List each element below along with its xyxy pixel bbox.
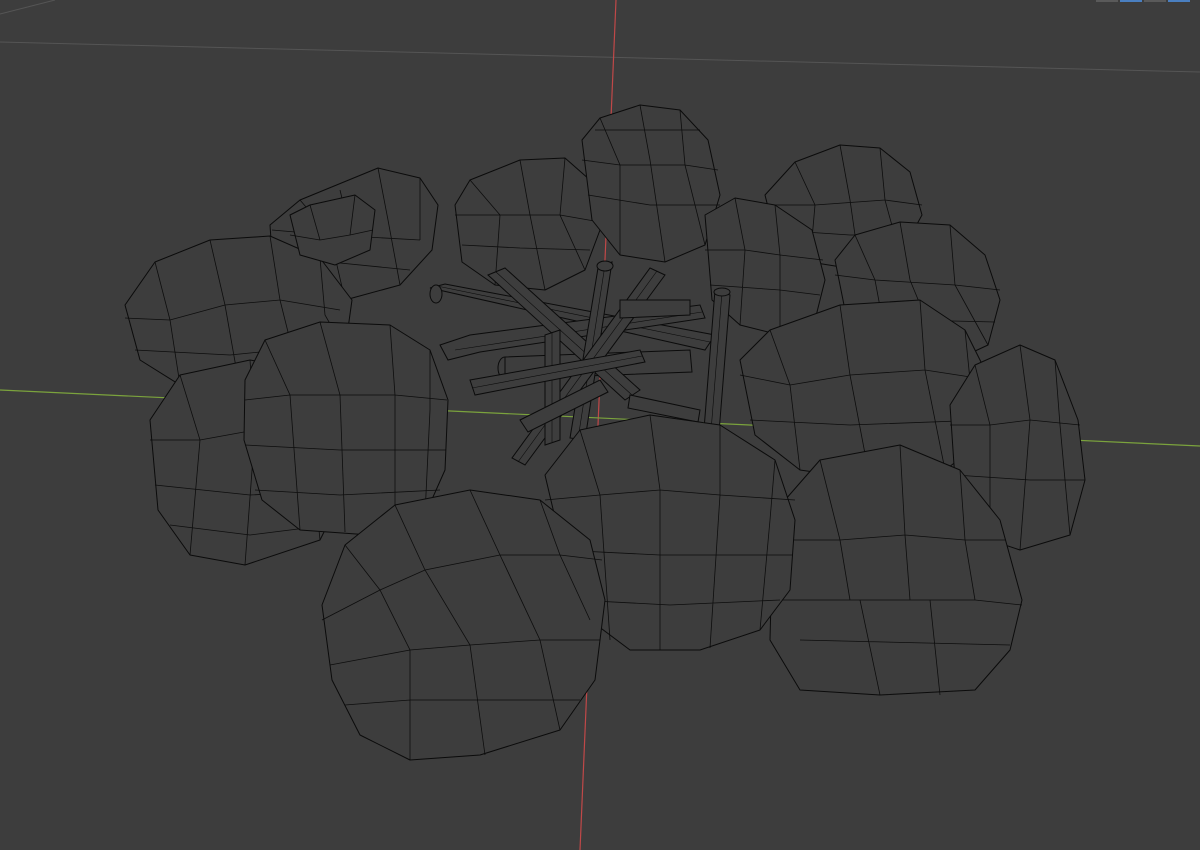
grid-line	[0, 0, 56, 15]
rock-front-center[interactable]	[321, 489, 606, 761]
grid-floor	[0, 0, 1200, 73]
grid-line	[0, 41, 1200, 73]
rock-back-right[interactable]	[581, 104, 721, 263]
rock-back-center[interactable]	[454, 157, 601, 291]
3d-viewport[interactable]	[0, 0, 1200, 850]
viewport-canvas[interactable]	[0, 0, 1200, 850]
